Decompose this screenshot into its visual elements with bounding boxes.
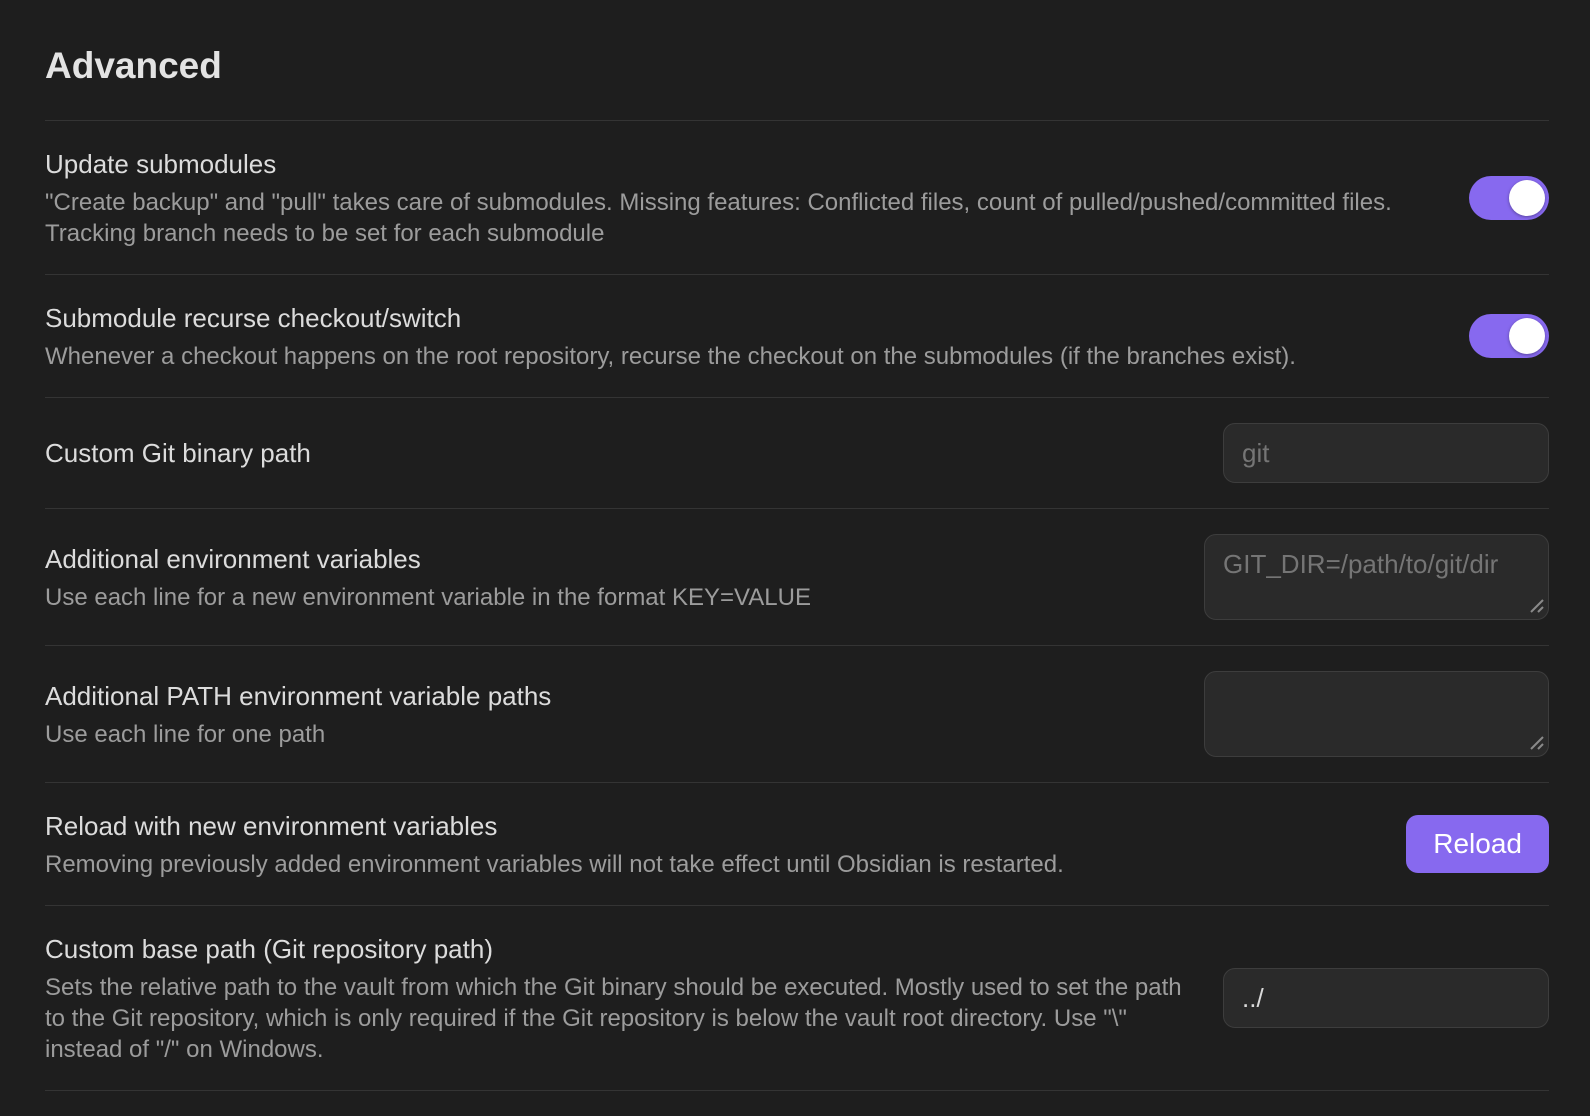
setting-description: Sets the relative path to the vault from… [45, 972, 1187, 1065]
setting-name: Submodule recurse checkout/switch [45, 300, 1433, 336]
setting-name: Additional PATH environment variable pat… [45, 678, 1168, 714]
setting-control [1204, 534, 1549, 620]
setting-name: Custom base path (Git repository path) [45, 931, 1187, 967]
setting-row-reload-env: Reload with new environment variables Re… [45, 782, 1549, 905]
setting-name: Custom Git binary path [45, 435, 1187, 471]
update-submodules-toggle[interactable] [1469, 176, 1549, 220]
submodule-recurse-toggle[interactable] [1469, 314, 1549, 358]
path-env-paths-textarea[interactable] [1204, 671, 1549, 757]
setting-control: Reload [1406, 815, 1549, 873]
custom-base-path-input[interactable] [1223, 968, 1549, 1028]
setting-row-env-variables: Additional environment variables Use eac… [45, 508, 1549, 645]
setting-info: Custom base path (Git repository path) S… [45, 931, 1187, 1065]
setting-control [1204, 671, 1549, 757]
setting-description: Use each line for one path [45, 719, 1168, 750]
textarea-wrap [1204, 671, 1549, 757]
setting-info: Submodule recurse checkout/switch Whenev… [45, 300, 1433, 372]
setting-row-update-submodules: Update submodules "Create backup" and "p… [45, 120, 1549, 274]
setting-description: Use each line for a new environment vari… [45, 582, 1168, 613]
setting-name: Additional environment variables [45, 541, 1168, 577]
setting-row-path-env-paths: Additional PATH environment variable pat… [45, 645, 1549, 782]
reload-button[interactable]: Reload [1406, 815, 1549, 873]
toggle-knob-icon [1509, 318, 1545, 354]
setting-info: Additional PATH environment variable pat… [45, 678, 1168, 750]
setting-control [1223, 968, 1549, 1028]
setting-row-custom-base-path: Custom base path (Git repository path) S… [45, 905, 1549, 1090]
setting-control [1469, 176, 1549, 220]
setting-info: Custom Git binary path [45, 435, 1187, 471]
setting-description: Removing previously added environment va… [45, 849, 1370, 880]
setting-description: Whenever a checkout happens on the root … [45, 341, 1433, 372]
settings-page: Advanced Update submodules "Create backu… [0, 0, 1590, 1091]
setting-control [1469, 314, 1549, 358]
setting-row-git-binary-path: Custom Git binary path [45, 397, 1549, 508]
setting-control [1223, 423, 1549, 483]
toggle-knob-icon [1509, 180, 1545, 216]
git-binary-path-input[interactable] [1223, 423, 1549, 483]
setting-info: Additional environment variables Use eac… [45, 541, 1168, 613]
setting-row-submodule-recurse: Submodule recurse checkout/switch Whenev… [45, 274, 1549, 397]
settings-list: Update submodules "Create backup" and "p… [45, 120, 1549, 1091]
setting-info: Update submodules "Create backup" and "p… [45, 146, 1433, 249]
page-title: Advanced [45, 0, 1549, 90]
setting-description: "Create backup" and "pull" takes care of… [45, 187, 1433, 249]
env-variables-textarea[interactable] [1204, 534, 1549, 620]
setting-name: Update submodules [45, 146, 1433, 182]
textarea-wrap [1204, 534, 1549, 620]
setting-name: Reload with new environment variables [45, 808, 1370, 844]
setting-info: Reload with new environment variables Re… [45, 808, 1370, 880]
